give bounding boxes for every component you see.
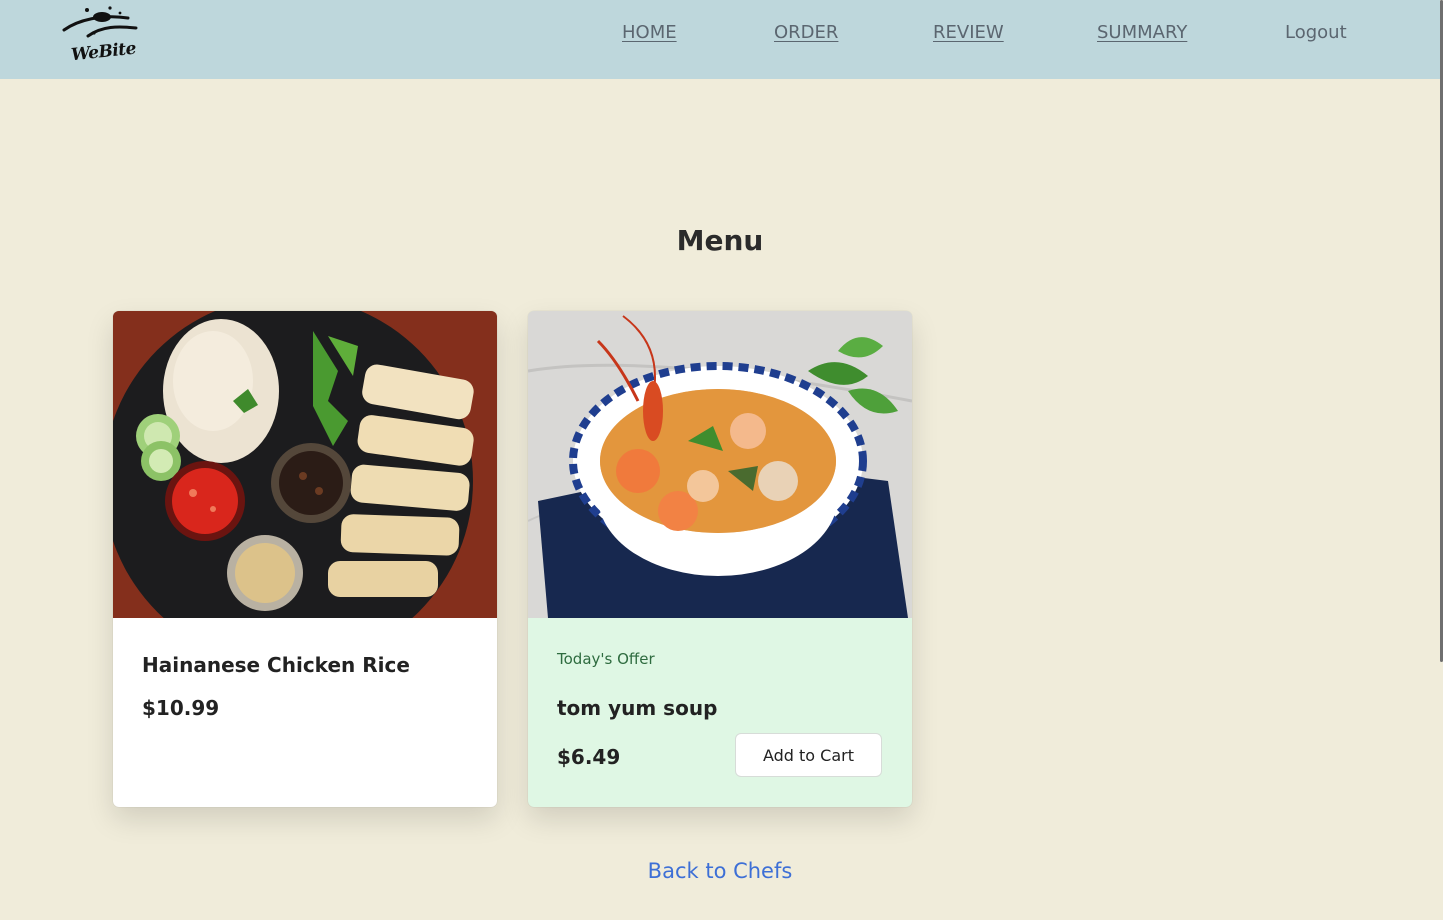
nav-link-home[interactable]: HOME xyxy=(622,22,677,43)
webite-logo[interactable]: WeBite xyxy=(58,4,142,68)
nav-link-order[interactable]: ORDER xyxy=(774,22,838,43)
card-body: Hainanese Chicken Rice $10.99 xyxy=(113,618,497,807)
card-body: Today's Offer tom yum soup $6.49 Add to … xyxy=(528,618,912,807)
tom-yum-soup-photo-icon xyxy=(528,311,912,618)
dish-price: $10.99 xyxy=(142,696,220,720)
menu-card-chicken-rice: Hainanese Chicken Rice $10.99 xyxy=(113,311,497,807)
dish-name: Hainanese Chicken Rice xyxy=(142,653,410,677)
nav-link-review[interactable]: REVIEW xyxy=(933,22,1004,43)
add-to-cart-button[interactable]: Add to Cart xyxy=(735,733,882,777)
dish-price: $6.49 xyxy=(557,745,621,769)
chicken-rice-photo-icon xyxy=(113,311,497,618)
back-to-chefs-link[interactable]: Back to Chefs xyxy=(0,859,1440,883)
logout-link[interactable]: Logout xyxy=(1285,22,1347,43)
dish-name: tom yum soup xyxy=(557,696,718,720)
top-navbar: WeBite HOME ORDER REVIEW SUMMARY Logout xyxy=(0,0,1440,79)
nav-link-summary[interactable]: SUMMARY xyxy=(1097,22,1187,43)
todays-offer-label: Today's Offer xyxy=(557,650,655,668)
menu-card-tom-yum-soup: Today's Offer tom yum soup $6.49 Add to … xyxy=(528,311,912,807)
page-title: Menu xyxy=(676,224,764,257)
